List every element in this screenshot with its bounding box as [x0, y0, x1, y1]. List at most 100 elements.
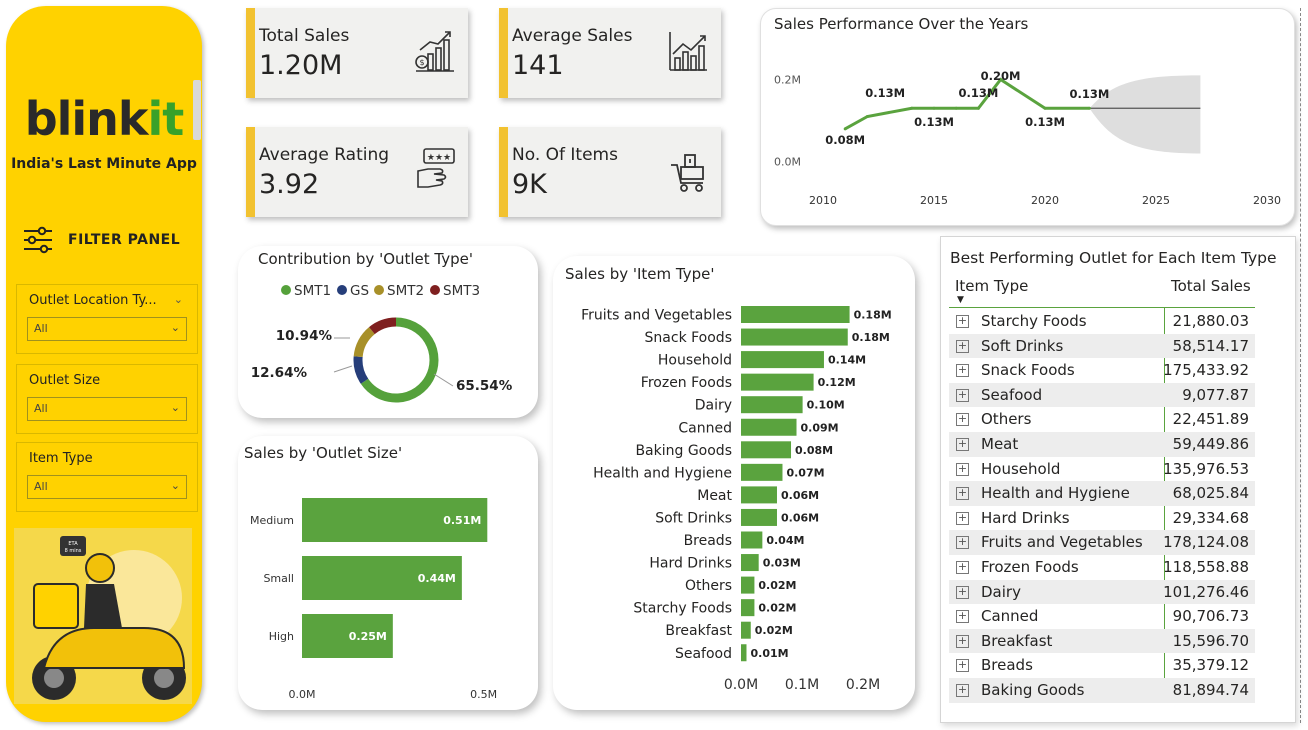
collapse-chevron-icon[interactable]: ⌄ — [174, 293, 183, 306]
best-outlet-table-panel: Best Performing Outlet for Each Item Typ… — [940, 236, 1296, 723]
kpi-label: No. Of Items — [512, 145, 618, 165]
kpi-accent-bar — [499, 127, 508, 217]
category-label: Breakfast — [665, 623, 732, 639]
bar — [741, 351, 824, 369]
expand-row-icon[interactable]: + — [956, 536, 969, 550]
expand-row-icon[interactable]: + — [956, 561, 969, 574]
dropdown-value: All — [34, 480, 48, 493]
kpi-average-sales: Average Sales 141 — [499, 8, 721, 98]
expand-row-icon[interactable]: + — [956, 610, 969, 624]
column-header-total-sales[interactable]: Total Sales — [1171, 277, 1251, 295]
data-label: 0.13M — [865, 86, 905, 100]
legend-label: SMT1 — [294, 283, 331, 299]
slicer-title: Outlet Size — [29, 373, 101, 388]
bar — [741, 508, 777, 526]
expand-row-icon[interactable]: + — [956, 684, 969, 697]
expand-row-icon[interactable]: + — [956, 339, 969, 353]
table-row[interactable]: + Dairy 101,276.46 — [949, 579, 1255, 605]
legend-swatch — [374, 285, 384, 295]
total-sales-cell: 59,449.86 — [1172, 435, 1249, 453]
table-row[interactable]: + Frozen Foods 118,558.88 — [949, 555, 1255, 580]
table-row[interactable]: + Hard Drinks 29,334.68 — [949, 506, 1255, 531]
expand-row-icon[interactable]: + — [956, 388, 969, 402]
item-type-cell: Baking Goods — [981, 681, 1085, 699]
expand-row-icon[interactable]: + — [956, 315, 969, 328]
table-row[interactable]: + Seafood 9,077.87 — [949, 382, 1255, 408]
x-tick-label: 2025 — [1142, 194, 1170, 207]
table-row[interactable]: + Fruits and Vegetables 178,124.08 — [949, 530, 1255, 555]
table-row[interactable]: + Others 22,451.89 — [949, 407, 1255, 432]
bar-value-label: 0.02M — [758, 579, 796, 592]
expand-row-icon[interactable]: + — [956, 585, 969, 599]
legend-label: GS — [350, 283, 369, 299]
donut-slice — [353, 327, 375, 358]
legend-swatch — [337, 285, 347, 295]
expand-row-icon[interactable]: + — [956, 511, 969, 525]
legend-swatch — [281, 285, 291, 295]
outlet-type-donut-chart: SMT1 GS SMT2 SMT3 10.94% 12.64% 65.54% — [251, 283, 513, 403]
x-tick-label: 2015 — [920, 194, 948, 207]
total-sales-cell: 22,451.89 — [1172, 410, 1249, 429]
table-row[interactable]: + Breads 35,379.12 — [949, 653, 1255, 678]
bar-value-label: 0.02M — [758, 602, 796, 615]
category-label: Fruits and Vegetables — [581, 308, 732, 324]
slicer-outlet-location: Outlet Location Ty... ⌄ All ⌄ — [16, 284, 198, 354]
outlet-type-panel: Contribution by 'Outlet Type' SMT1 GS SMT2… — [238, 246, 538, 418]
item-type-cell: Dairy — [981, 582, 1021, 601]
outlet-size-dropdown[interactable]: All ⌄ — [27, 397, 187, 421]
total-sales-cell: 29,334.68 — [1172, 508, 1249, 527]
category-label: Soft Drinks — [655, 510, 732, 526]
expand-row-icon[interactable]: + — [956, 659, 969, 673]
sidebar-scrollbar[interactable] — [193, 80, 201, 140]
kpi-accent-bar — [499, 8, 508, 98]
slicer-title: Outlet Location Ty... — [29, 293, 157, 308]
chevron-down-icon: ⌄ — [170, 321, 180, 334]
bar-value-label: 0.08M — [795, 444, 833, 457]
outlet-location-dropdown[interactable]: All ⌄ — [27, 317, 187, 341]
slicer-item-type: Item Type All ⌄ — [16, 442, 198, 512]
table-row[interactable]: + Starchy Foods 21,880.03 — [949, 309, 1255, 334]
bar-value-label: 0.44M — [418, 572, 456, 585]
table-row[interactable]: + Health and Hygiene 68,025.84 — [949, 481, 1255, 506]
expand-row-icon[interactable]: + — [956, 487, 969, 501]
table-row[interactable]: + Canned 90,706.73 — [949, 604, 1255, 629]
expand-row-icon[interactable]: + — [956, 438, 969, 451]
bar — [741, 621, 751, 639]
table-row[interactable]: + Snack Foods 175,433.92 — [949, 358, 1255, 383]
expand-row-icon[interactable]: + — [956, 364, 969, 378]
table-row[interactable]: + Household 135,976.53 — [949, 457, 1255, 482]
sort-descending-icon[interactable]: ▼ — [957, 295, 964, 305]
data-label: 0.20M — [981, 69, 1021, 83]
item-type-cell: Starchy Foods — [981, 312, 1087, 330]
column-header-item-type[interactable]: Item Type — [955, 277, 1028, 295]
sales-over-years-panel: Sales Performance Over the Years 0.2M 0.0… — [760, 8, 1295, 226]
table-row[interactable]: + Soft Drinks 58,514.17 — [949, 333, 1255, 359]
table-row[interactable]: + Meat 59,449.86 — [949, 432, 1255, 457]
x-tick-label: 0.2M — [846, 677, 880, 693]
rating-hand-icon: ★★★ — [417, 148, 455, 188]
category-label: Starchy Foods — [633, 601, 732, 617]
svg-text:★★★: ★★★ — [427, 153, 451, 163]
panel-title: Best Performing Outlet for Each Item Typ… — [950, 249, 1277, 267]
item-type-dropdown[interactable]: All ⌄ — [27, 475, 187, 499]
expand-row-icon[interactable]: + — [956, 634, 969, 648]
bar — [741, 441, 792, 459]
expand-row-icon[interactable]: + — [956, 413, 969, 427]
data-label: 0.08M — [825, 133, 865, 147]
svg-text:ETA: ETA — [68, 541, 78, 547]
chevron-down-icon: ⌄ — [170, 401, 180, 414]
kpi-value: 141 — [512, 50, 564, 81]
expand-row-icon[interactable]: + — [956, 462, 969, 476]
table-row[interactable]: + Baking Goods 81,894.74 — [949, 678, 1255, 703]
total-sales-cell: 175,433.92 — [1163, 361, 1249, 380]
item-type-bar-chart: Fruits and Vegetables 0.18M Snack Foods 0.1… — [581, 306, 892, 693]
bar-value-label: 0.18M — [854, 309, 892, 322]
svg-text:8 mins: 8 mins — [65, 548, 82, 554]
kpi-label: Total Sales — [259, 26, 350, 46]
table-row[interactable]: + Breakfast 15,596.70 — [949, 628, 1255, 654]
kpi-accent-bar — [246, 8, 255, 98]
bar — [741, 396, 803, 414]
outlet-size-panel: Sales by 'Outlet Size' Medium 0.51M Small 0… — [238, 436, 538, 710]
sales-point — [1043, 106, 1047, 110]
category-label: High — [269, 630, 294, 643]
